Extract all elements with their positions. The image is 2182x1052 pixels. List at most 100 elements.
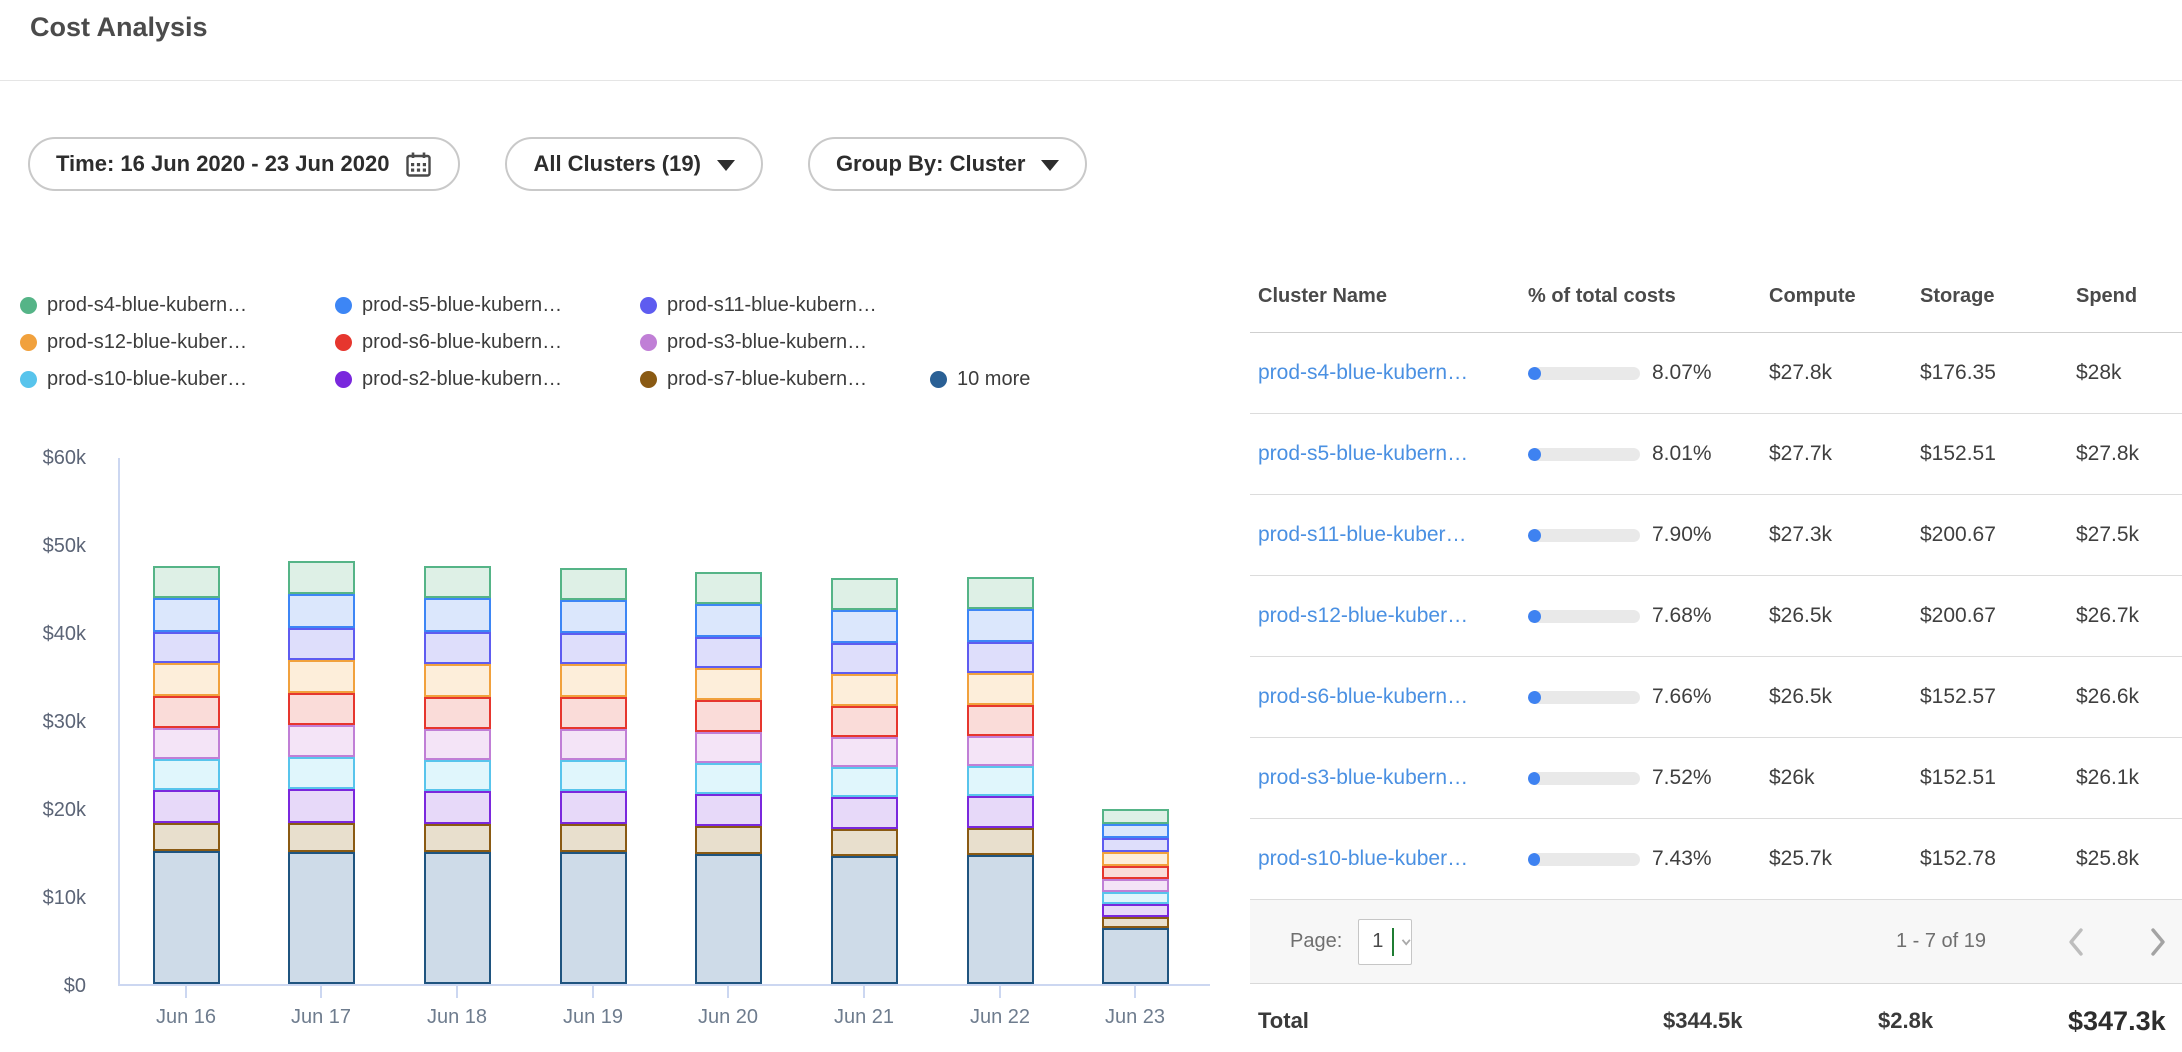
bar-segment[interactable] <box>424 598 491 632</box>
bar-segment[interactable] <box>831 674 898 706</box>
bar-segment[interactable] <box>967 705 1034 736</box>
bar-segment[interactable] <box>1102 866 1169 879</box>
bar-segment[interactable] <box>831 856 898 984</box>
bar-segment[interactable] <box>560 697 627 729</box>
bar-segment[interactable] <box>424 729 491 760</box>
bar-segment[interactable] <box>153 823 220 851</box>
bar-segment[interactable] <box>424 632 491 664</box>
legend-item[interactable]: prod-s6-blue-kubern… <box>335 331 640 354</box>
bar-segment[interactable] <box>424 791 491 824</box>
legend-item[interactable]: prod-s11-blue-kubern… <box>640 294 930 317</box>
cluster-name-link[interactable]: prod-s3-blue-kubern… <box>1258 766 1528 790</box>
cluster-name-link[interactable]: prod-s5-blue-kubern… <box>1258 442 1528 466</box>
bar-segment[interactable] <box>695 668 762 700</box>
next-page-button[interactable] <box>2148 926 2168 958</box>
legend-item[interactable]: prod-s5-blue-kubern… <box>335 294 640 317</box>
bar-segment[interactable] <box>695 794 762 826</box>
bar-segment[interactable] <box>967 642 1034 673</box>
bar-segment[interactable] <box>288 789 355 823</box>
time-range-filter[interactable]: Time: 16 Jun 2020 - 23 Jun 2020 <box>28 137 460 191</box>
legend-item[interactable]: prod-s3-blue-kubern… <box>640 331 930 354</box>
bar-segment[interactable] <box>967 577 1034 609</box>
bar-segment[interactable] <box>153 663 220 696</box>
bar-segment[interactable] <box>967 855 1034 984</box>
bar-segment[interactable] <box>695 763 762 794</box>
bar-segment[interactable] <box>288 823 355 852</box>
bar-segment[interactable] <box>288 594 355 628</box>
group-by-dropdown[interactable]: Group By: Cluster <box>808 137 1087 191</box>
page-select[interactable]: 1 <box>1358 919 1412 965</box>
bar-segment[interactable] <box>560 852 627 984</box>
bar-segment[interactable] <box>831 706 898 737</box>
legend-item[interactable]: prod-s12-blue-kuber… <box>20 331 335 354</box>
cluster-name-link[interactable]: prod-s4-blue-kubern… <box>1258 361 1528 385</box>
bar-segment[interactable] <box>424 566 491 598</box>
legend-item[interactable]: prod-s10-blue-kuber… <box>20 368 335 391</box>
bar-segment[interactable] <box>560 760 627 791</box>
bar-segment[interactable] <box>1102 809 1169 824</box>
bar-segment[interactable] <box>831 737 898 767</box>
bar-segment[interactable] <box>288 561 355 594</box>
bar-segment[interactable] <box>288 725 355 757</box>
bar-segment[interactable] <box>831 767 898 797</box>
bar-segment[interactable] <box>288 757 355 789</box>
bar-segment[interactable] <box>424 697 491 729</box>
bar-segment[interactable] <box>424 824 491 852</box>
bar-segment[interactable] <box>695 637 762 668</box>
bar-segment[interactable] <box>695 572 762 604</box>
legend-item[interactable]: prod-s7-blue-kubern… <box>640 368 930 391</box>
bar-segment[interactable] <box>153 696 220 728</box>
bar-segment[interactable] <box>424 852 491 984</box>
bar-segment[interactable] <box>560 664 627 697</box>
bar-segment[interactable] <box>695 826 762 854</box>
bar-segment[interactable] <box>695 854 762 984</box>
bar-segment[interactable] <box>560 633 627 664</box>
bar-segment[interactable] <box>1102 852 1169 866</box>
bar-segment[interactable] <box>153 632 220 663</box>
bar-segment[interactable] <box>831 643 898 674</box>
bar-segment[interactable] <box>831 829 898 856</box>
bar-segment[interactable] <box>560 824 627 852</box>
bar-segment[interactable] <box>288 693 355 725</box>
clusters-filter-dropdown[interactable]: All Clusters (19) <box>505 137 763 191</box>
bar-segment[interactable] <box>967 766 1034 796</box>
cluster-name-link[interactable]: prod-s10-blue-kuber… <box>1258 847 1528 871</box>
bar-segment[interactable] <box>1102 879 1169 892</box>
legend-item[interactable]: prod-s2-blue-kubern… <box>335 368 640 391</box>
cluster-name-link[interactable]: prod-s11-blue-kuber… <box>1258 523 1528 547</box>
bar-segment[interactable] <box>153 598 220 632</box>
legend-item[interactable]: prod-s4-blue-kubern… <box>20 294 335 317</box>
bar-segment[interactable] <box>288 660 355 693</box>
bar-segment[interactable] <box>1102 824 1169 838</box>
bar-segment[interactable] <box>695 732 762 763</box>
bar-segment[interactable] <box>967 828 1034 855</box>
bar-segment[interactable] <box>560 791 627 824</box>
bar-segment[interactable] <box>1102 917 1169 928</box>
bar-segment[interactable] <box>831 610 898 643</box>
bar-segment[interactable] <box>1102 928 1169 984</box>
bar-segment[interactable] <box>153 790 220 823</box>
previous-page-button[interactable] <box>2066 926 2086 958</box>
bar-segment[interactable] <box>424 664 491 697</box>
bar-segment[interactable] <box>1102 904 1169 917</box>
bar-segment[interactable] <box>695 604 762 637</box>
bar-segment[interactable] <box>288 628 355 660</box>
bar-segment[interactable] <box>967 736 1034 766</box>
bar-segment[interactable] <box>1102 892 1169 904</box>
bar-segment[interactable] <box>153 759 220 790</box>
bar-segment[interactable] <box>967 673 1034 705</box>
bar-segment[interactable] <box>695 700 762 732</box>
cluster-name-link[interactable]: prod-s6-blue-kubern… <box>1258 685 1528 709</box>
bar-segment[interactable] <box>831 797 898 829</box>
bar-segment[interactable] <box>153 728 220 759</box>
bar-segment[interactable] <box>1102 838 1169 852</box>
bar-segment[interactable] <box>967 796 1034 828</box>
bar-segment[interactable] <box>288 852 355 984</box>
bar-segment[interactable] <box>560 729 627 760</box>
cluster-name-link[interactable]: prod-s12-blue-kuber… <box>1258 604 1528 628</box>
bar-segment[interactable] <box>560 600 627 633</box>
legend-item[interactable]: 10 more <box>930 368 1030 391</box>
bar-segment[interactable] <box>967 609 1034 642</box>
bar-segment[interactable] <box>153 851 220 984</box>
bar-segment[interactable] <box>831 578 898 610</box>
